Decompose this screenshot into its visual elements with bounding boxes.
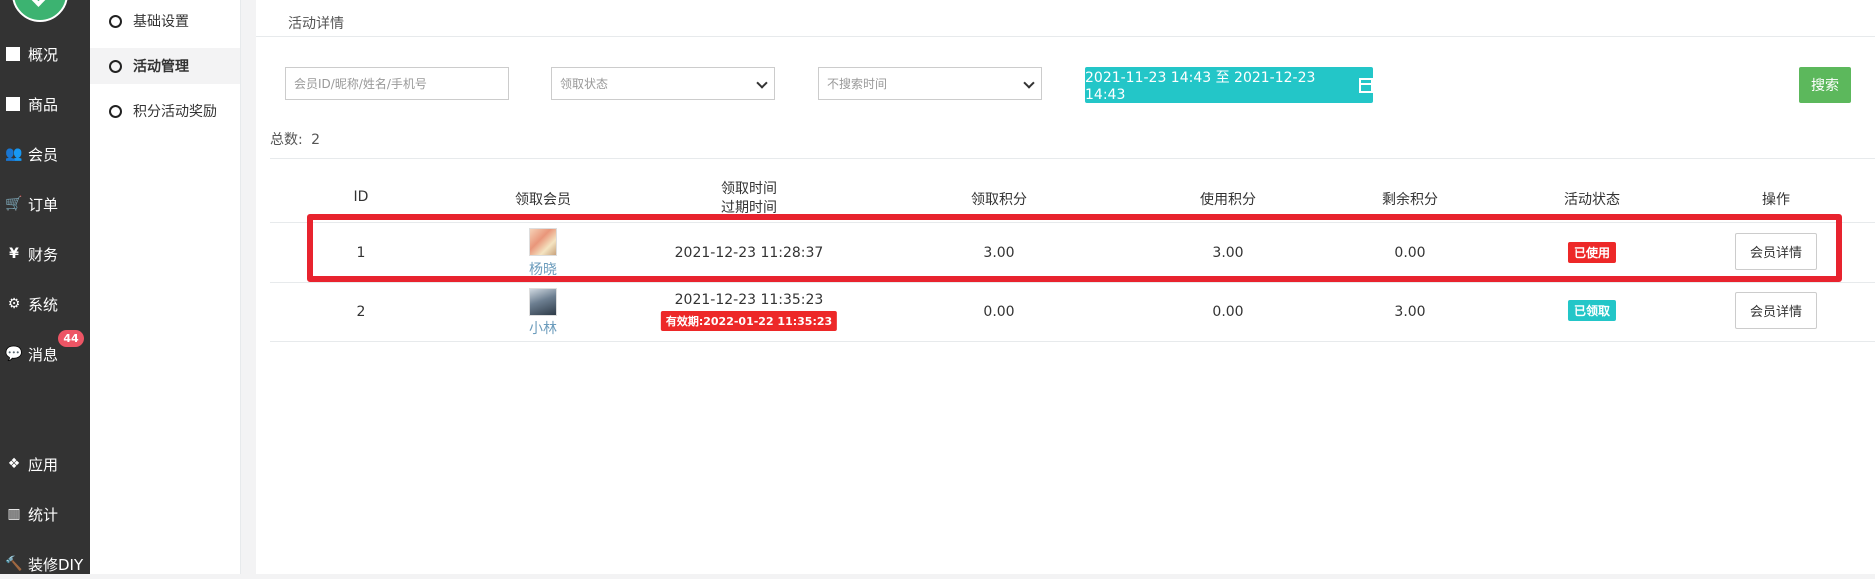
goods-icon: [6, 97, 20, 111]
member-detail-button[interactable]: 会员详情: [1735, 292, 1817, 329]
sidebar-item-label: 财务: [28, 245, 59, 264]
divider: [270, 282, 1875, 283]
status-badge: 已使用: [1567, 242, 1617, 263]
header-status: 活动状态: [1564, 192, 1620, 208]
sidebar-item-label: 概况: [28, 45, 59, 64]
subnav-item-activity-management[interactable]: 活动管理: [90, 48, 240, 84]
header-id: ID: [353, 189, 369, 205]
cell-remaining-points: 0.00: [1394, 245, 1426, 261]
sidebar-item-label: 订单: [28, 195, 59, 214]
divider: [270, 158, 1875, 159]
circle-icon: [109, 104, 122, 118]
subnav-item-label: 活动管理: [133, 59, 189, 75]
cell-id: 1: [356, 245, 366, 261]
member-search-placeholder: 会员ID/昵称/姓名/手机号: [294, 77, 427, 91]
header-time: 领取时间 过期时间: [721, 180, 777, 218]
dashboard-icon: [6, 47, 20, 61]
circle-icon: [109, 59, 122, 73]
receive-status-select[interactable]: 领取状态: [551, 67, 775, 100]
circle-icon: [109, 14, 122, 28]
header-receive-time: 领取时间: [721, 181, 777, 197]
cell-received-points: 0.00: [983, 304, 1015, 320]
date-range-text: 2021-11-23 14:43 至 2021-12-23 14:43: [1085, 70, 1316, 103]
sidebar-item-label: 消息: [28, 345, 59, 364]
sidebar-item-label: 商品: [28, 95, 59, 114]
receive-status-value: 领取状态: [560, 77, 609, 91]
sidebar-item-label: 统计: [28, 505, 59, 524]
total-value: 2: [311, 132, 321, 148]
cell-receive-time: 2021-12-23 11:35:23: [674, 292, 824, 308]
member-name-link[interactable]: 杨晓: [529, 259, 557, 279]
main-content: 活动详情 会员ID/昵称/姓名/手机号 领取状态 不搜索时间 2021-11-2…: [256, 0, 1875, 574]
header-expire-time: 过期时间: [721, 200, 777, 216]
subnav-item-points-rewards[interactable]: 积分活动奖励: [90, 93, 240, 129]
search-button[interactable]: 搜索: [1799, 67, 1851, 103]
sidebar-item-members[interactable]: 👥 会员: [0, 139, 90, 169]
status-badge: 已领取: [1567, 300, 1617, 321]
divider: [270, 222, 1875, 223]
total-label: 总数:: [270, 132, 303, 148]
sub-navigation: 基础设置 活动管理 积分活动奖励: [90, 0, 241, 574]
time-filter-select[interactable]: 不搜索时间: [818, 67, 1042, 100]
sidebar-item-overview[interactable]: 概况: [0, 39, 90, 69]
subnav-item-label: 基础设置: [133, 14, 189, 30]
header-received-points: 领取积分: [971, 192, 1027, 208]
subnav-item-label: 积分活动奖励: [133, 104, 217, 120]
sidebar-item-apps[interactable]: ❖ 应用: [0, 449, 90, 479]
sidebar-item-label: 会员: [28, 145, 59, 164]
sidebar-item-orders[interactable]: 🛒 订单: [0, 189, 90, 219]
gears-icon: ⚙: [7, 296, 21, 312]
sidebar-item-label: 系统: [28, 295, 59, 314]
cell-receive-time: 2021-12-23 11:28:37: [674, 245, 824, 261]
divider: [256, 36, 1875, 37]
subnav-item-basic-settings[interactable]: 基础设置: [90, 3, 240, 39]
logo-icon[interactable]: [12, 0, 68, 22]
member-name-link[interactable]: 小林: [529, 318, 557, 338]
total-count: 总数: 2: [270, 129, 320, 149]
sidebar-item-diy[interactable]: 🔨 装修DIY: [0, 549, 90, 579]
cell-used-points: 3.00: [1212, 245, 1244, 261]
cell-remaining-points: 3.00: [1394, 304, 1426, 320]
date-range-button[interactable]: 2021-11-23 14:43 至 2021-12-23 14:43: [1085, 67, 1373, 103]
sidebar-item-goods[interactable]: 商品: [0, 89, 90, 119]
sidebar-item-label: 装修DIY: [28, 555, 84, 574]
sidebar-item-label: 应用: [28, 455, 59, 474]
sidebar-item-statistics[interactable]: ▥ 统计: [0, 499, 90, 529]
calendar-icon: [1359, 77, 1373, 93]
users-icon: 👥: [5, 146, 23, 162]
member-detail-button[interactable]: 会员详情: [1735, 233, 1817, 270]
cell-received-points: 3.00: [983, 245, 1015, 261]
apps-icon: ❖: [7, 456, 21, 472]
hammer-icon: 🔨: [5, 556, 23, 572]
header-action: 操作: [1762, 192, 1790, 208]
yen-icon: ¥: [9, 246, 19, 262]
page-title: 活动详情: [288, 16, 344, 32]
cell-id: 2: [356, 304, 366, 320]
divider: [270, 341, 1875, 342]
header-member: 领取会员: [515, 192, 571, 208]
chat-icon: 💬: [5, 346, 23, 362]
time-filter-value: 不搜索时间: [827, 77, 888, 91]
sidebar-item-messages[interactable]: 💬 消息: [0, 339, 90, 369]
cart-icon: 🛒: [5, 196, 23, 212]
avatar: [529, 288, 557, 316]
bar-chart-icon: ▥: [7, 506, 21, 522]
member-search-input[interactable]: 会员ID/昵称/姓名/手机号: [285, 67, 509, 100]
header-remaining-points: 剩余积分: [1382, 192, 1438, 208]
cell-used-points: 0.00: [1212, 304, 1244, 320]
sidebar-item-finance[interactable]: ¥ 财务: [0, 239, 90, 269]
header-used-points: 使用积分: [1200, 192, 1256, 208]
sidebar: 概况 商品 👥 会员 🛒 订单 ¥ 财务 ⚙ 系统 44 💬 消息 ❖ 应用 ▥…: [0, 0, 90, 574]
sidebar-item-system[interactable]: ⚙ 系统: [0, 289, 90, 319]
avatar: [529, 228, 557, 256]
expire-badge: 有效期:2022-01-22 11:35:23: [660, 311, 838, 331]
